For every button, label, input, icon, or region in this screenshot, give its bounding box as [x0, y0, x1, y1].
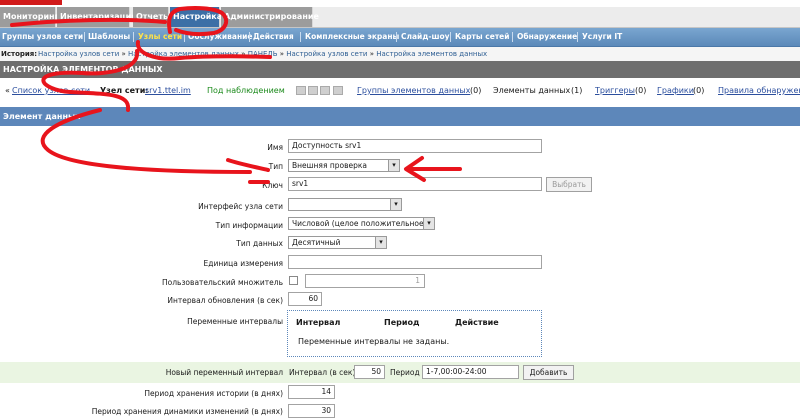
page-title: НАСТРОЙКА ЭЛЕМЕНТОВ ДАННЫХ [0, 61, 800, 78]
key-input[interactable]: srv1 [288, 177, 542, 191]
new-flex-period-label: Период [390, 368, 420, 377]
submenu-maps[interactable]: Карты сетей [455, 28, 510, 46]
snmp-availability-icon [308, 86, 318, 95]
update-interval-input[interactable]: 60 [288, 292, 322, 306]
submenu-templates[interactable]: Шаблоны [88, 28, 130, 46]
app-groups-link[interactable]: Группы элементов данных [357, 79, 470, 102]
host-name-link[interactable]: srv1.ttel.im [145, 79, 191, 102]
new-flex-period-input[interactable]: 1-7,00:00-24:00 [422, 365, 519, 379]
new-flex-interval-seconds-label: Интервал (в сек) [289, 368, 356, 377]
submenu-separator [512, 32, 513, 42]
host-navigation-bar: « Список узлов сети Узел сети: srv1.ttel… [0, 79, 800, 102]
multiplier-checkbox[interactable] [289, 276, 298, 285]
items-label: Элементы данных [493, 86, 571, 95]
menu-monitoring[interactable]: Мониторинг [0, 7, 59, 27]
submenu-hosts[interactable]: Узлы сети [138, 28, 182, 46]
submenu-separator [300, 32, 301, 42]
update-interval-label: Интервал обновления (в сек) [167, 296, 283, 305]
discovery-rules-link[interactable]: Правила обнаружен [718, 79, 800, 102]
info-type-select[interactable]: Числовой (целое положительное) ▾ [288, 217, 435, 230]
annotation-type-arrow-left [226, 158, 270, 172]
submenu-separator [450, 32, 451, 42]
submenu-actions[interactable]: Действия [253, 28, 294, 46]
history-breadcrumb: История: Настройка узлов сети » Настройк… [0, 47, 800, 61]
submenu-separator [396, 32, 397, 42]
submenu-separator [84, 32, 85, 42]
interface-select[interactable]: ▾ [288, 198, 402, 211]
submenu-maintenance[interactable]: Обслуживание [188, 28, 253, 46]
info-type-label: Тип информации [215, 221, 283, 230]
submenu-screens[interactable]: Комплексные экраны [305, 28, 399, 46]
app-groups-count: (0) [470, 86, 482, 95]
type-label: Тип [268, 162, 283, 171]
zabbix-logo [0, 0, 62, 5]
name-input[interactable]: Доступность srv1 [288, 139, 542, 153]
submenu-it-services[interactable]: Услуги IT [582, 28, 622, 46]
flex-header-action: Действие [455, 318, 499, 327]
submenu-discovery[interactable]: Обнаружение [517, 28, 577, 46]
trends-storage-input[interactable]: 30 [288, 404, 335, 418]
jmx-availability-icon [320, 86, 330, 95]
submenu-hostgroups[interactable]: Группы узлов сети [2, 28, 83, 46]
items-count: (1) [571, 86, 583, 95]
multiplier-input[interactable]: 1 [305, 274, 425, 288]
history-storage-label: Период хранения истории (в днях) [144, 389, 283, 398]
unit-label: Единица измерения [203, 259, 283, 268]
graphs-count: (0) [693, 86, 705, 95]
add-flex-interval-button[interactable]: Добавить [523, 365, 574, 380]
triggers-count: (0) [635, 86, 647, 95]
history-link[interactable]: Настройка узлов сети [286, 50, 367, 58]
chevron-down-icon: ▾ [388, 160, 399, 171]
new-flex-interval-label: Новый переменный интервал [165, 368, 283, 377]
ipmi-availability-icon [333, 86, 343, 95]
host-list-link[interactable]: Список узлов сети [12, 79, 90, 102]
chevron-down-icon: ▾ [423, 218, 434, 229]
section-header: Элемент данных [0, 107, 800, 126]
select-key-button[interactable]: Выбрать [546, 177, 592, 192]
flex-header-period: Период [384, 318, 420, 327]
submenu-separator [133, 32, 134, 42]
flex-header-interval: Интервал [296, 318, 341, 327]
submenu-separator [577, 32, 578, 42]
chevron-down-icon: ▾ [375, 237, 386, 248]
history-link[interactable]: ПАНЕЛЬ [248, 50, 278, 58]
flex-empty-message: Переменные интервалы не заданы. [298, 337, 450, 346]
name-label: Имя [267, 143, 283, 152]
data-type-label: Тип данных [236, 239, 283, 248]
menu-inventory[interactable]: Инвентаризация [57, 7, 136, 27]
type-select[interactable]: Внешняя проверка ▾ [288, 159, 400, 172]
new-flex-interval-input[interactable]: 50 [354, 365, 385, 379]
menu-reports[interactable]: Отчеты [133, 7, 170, 27]
main-menu: Мониторинг Инвентаризация Отчеты Настрой… [0, 7, 800, 28]
type-select-value: Внешняя проверка [292, 161, 368, 170]
menu-administration[interactable]: Администрирование [221, 7, 319, 27]
back-arrow-icon: « [5, 86, 10, 95]
history-link[interactable]: Настройка элементов данных [128, 50, 239, 58]
sub-menu: Группы узлов сети Шаблоны Узлы сети Обсл… [0, 28, 800, 47]
key-label: Ключ [262, 181, 283, 190]
history-link[interactable]: Настройка элементов данных [376, 50, 487, 58]
submenu-separator [249, 32, 250, 42]
history-storage-input[interactable]: 14 [288, 385, 335, 399]
history-link[interactable]: Настройка узлов сети [38, 50, 119, 58]
data-type-select-value: Десятичный [292, 238, 341, 247]
triggers-link[interactable]: Триггеры [595, 79, 635, 102]
unit-input[interactable] [288, 255, 542, 269]
menu-configuration[interactable]: Настройка [170, 7, 222, 27]
flex-intervals-table: Интервал Период Действие Переменные инте… [287, 310, 542, 357]
submenu-separator [184, 32, 185, 42]
host-status: Под наблюдением [207, 86, 285, 95]
interface-label: Интерфейс узла сети [198, 202, 283, 211]
host-label: Узел сети: [100, 86, 149, 95]
flex-intervals-label: Переменные интервалы [187, 317, 283, 326]
chevron-down-icon: ▾ [390, 199, 401, 210]
multiplier-label: Пользовательский множитель [162, 278, 283, 287]
history-label: История: [1, 50, 38, 58]
graphs-link[interactable]: Графики [657, 79, 694, 102]
info-type-select-value: Числовой (целое положительное) [292, 219, 427, 228]
data-type-select[interactable]: Десятичный ▾ [288, 236, 387, 249]
submenu-slides[interactable]: Слайд-шоу [401, 28, 450, 46]
zabbix-agent-availability-icon [296, 86, 306, 95]
